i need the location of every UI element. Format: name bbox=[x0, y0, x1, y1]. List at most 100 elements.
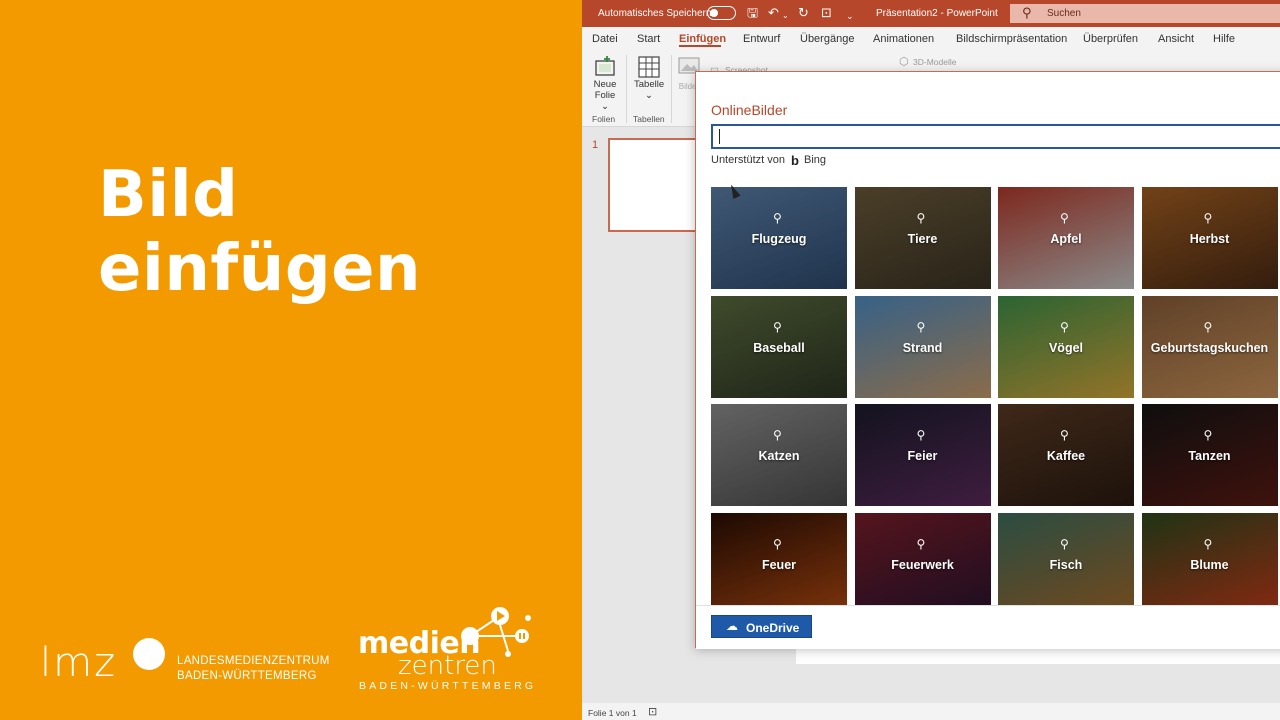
search-icon: ⚲ bbox=[1203, 211, 1213, 225]
tab-design[interactable]: Entwurf bbox=[743, 33, 780, 45]
category-tile[interactable]: ⚲ Vögel bbox=[998, 295, 1134, 398]
search-icon: ⚲ bbox=[916, 319, 926, 334]
search-icon: ⚲ bbox=[1060, 319, 1069, 334]
category-tile[interactable]: ⚲ Geburtstagskuchen bbox=[1141, 295, 1278, 398]
3d-models-icon: ⬡ bbox=[899, 56, 909, 68]
onedrive-button[interactable]: ☁ OneDrive bbox=[711, 615, 812, 638]
image-category-grid: ⚲ Flugzeug ⚲ Tiere ⚲ Apfel ⚲ Herbst ⚲ Baseball ⚲ St… bbox=[711, 187, 1280, 606]
search-icon: ⚲ bbox=[1203, 537, 1213, 552]
new-slide-label-line1: Neue bbox=[593, 79, 617, 90]
lmz-logo-text: lmz bbox=[40, 640, 118, 686]
search-icon: ⚲ bbox=[1203, 428, 1213, 443]
dialog-title: OnlineBilder bbox=[711, 102, 788, 118]
category-label: Fisch bbox=[1049, 558, 1083, 573]
dialog-footer: ☁ OneDrive bbox=[696, 605, 1280, 649]
powered-by-label: Unterstützt von bbox=[711, 154, 785, 166]
category-tile[interactable]: ⚲ Katzen bbox=[711, 404, 847, 507]
lmz-subtitle-line2: BADEN-WÜRTTEMBERG bbox=[177, 670, 317, 682]
category-label: Flugzeug bbox=[751, 232, 807, 246]
tab-file[interactable]: Datei bbox=[592, 33, 618, 45]
category-tile[interactable]: ⚲ Tiere bbox=[854, 187, 991, 289]
tab-slideshow[interactable]: Bildschirmpräsentation bbox=[956, 33, 1067, 45]
category-tile[interactable]: ⚲ Feier bbox=[854, 404, 991, 507]
category-label: Katzen bbox=[758, 449, 800, 464]
group-label-tables: Tabellen bbox=[633, 114, 665, 124]
category-label: Feuer bbox=[761, 558, 797, 573]
category-label: Feier bbox=[907, 449, 938, 464]
lmz-logo-dot bbox=[133, 638, 165, 670]
slide-counter: Folie 1 von 1 bbox=[588, 708, 637, 718]
text-caret bbox=[719, 129, 720, 144]
autosave-label: Automatisches Speichern bbox=[598, 8, 712, 19]
table-label: Tabelle bbox=[634, 79, 665, 90]
category-tile[interactable]: ⚲ Apfel bbox=[998, 187, 1134, 289]
category-label: Feuerwerk bbox=[891, 558, 954, 573]
bing-icon: b bbox=[791, 153, 799, 168]
tab-animations[interactable]: Animationen bbox=[873, 33, 934, 45]
category-tile[interactable]: ⚲ Feuer bbox=[711, 513, 847, 606]
tab-review[interactable]: Überprüfen bbox=[1083, 33, 1138, 45]
menu-bar: Datei Start Einfügen Entwurf Übergänge A… bbox=[582, 27, 1280, 51]
tab-transitions[interactable]: Übergänge bbox=[800, 33, 854, 45]
search-placeholder: Suchen bbox=[1047, 8, 1081, 19]
document-title: Präsentation2 - PowerPoint bbox=[876, 8, 998, 19]
category-tile[interactable]: ⚲ Baseball bbox=[711, 295, 847, 398]
group-label-slides: Folien bbox=[592, 114, 616, 124]
new-slide-icon bbox=[595, 56, 615, 76]
table-dropdown-icon: ⌄ bbox=[645, 90, 653, 101]
online-pictures-dialog: OnlineBilder Unterstützt von b Bing ⚲ Flu… bbox=[695, 71, 1280, 649]
lesson-title: Bild einfügen bbox=[98, 158, 422, 306]
search-icon: ⚲ bbox=[773, 537, 782, 552]
table-button[interactable]: Tabelle ⌄ bbox=[634, 55, 664, 101]
lesson-panel: Bild einfügen lmz LANDESMEDIENZENTRUM BA… bbox=[0, 0, 582, 720]
present-icon[interactable]: ⊡ bbox=[821, 5, 832, 21]
tab-insert[interactable]: Einfügen bbox=[679, 33, 726, 45]
category-label: Tanzen bbox=[1188, 449, 1231, 464]
medienzentren-logo-line2: zentren bbox=[398, 651, 497, 681]
powerpoint-window: Automatisches Speichern 🖫 ↶ ⌄ ↻ ⊡ ⌄ Präs… bbox=[582, 0, 1280, 720]
search-icon: ⚲ bbox=[916, 537, 926, 552]
active-tab-indicator bbox=[679, 45, 721, 47]
category-label: Blume bbox=[1190, 558, 1229, 573]
search-icon: ⚲ bbox=[773, 211, 782, 225]
tab-view[interactable]: Ansicht bbox=[1158, 33, 1194, 45]
category-tile[interactable]: ⚲ Flugzeug bbox=[711, 187, 847, 289]
undo-dropdown-icon[interactable]: ⌄ bbox=[782, 8, 789, 24]
search-icon: ⚲ bbox=[1203, 319, 1213, 334]
ribbon-separator bbox=[671, 55, 672, 123]
onedrive-label: OneDrive bbox=[746, 621, 800, 635]
category-tile[interactable]: ⚲ Kaffee bbox=[998, 404, 1134, 507]
search-box[interactable]: ⚲ Suchen bbox=[1010, 4, 1280, 23]
cloud-icon: ☁ bbox=[726, 619, 738, 633]
new-slide-button[interactable]: Neue Folie ⌄ bbox=[590, 55, 620, 112]
category-tile[interactable]: ⚲ Tanzen bbox=[1141, 404, 1278, 507]
slide-number: 1 bbox=[592, 139, 599, 151]
3d-models-label: 3D-Modelle bbox=[913, 57, 957, 67]
lmz-subtitle: LANDESMEDIENZENTRUM BADEN-WÜRTTEMBERG bbox=[177, 654, 330, 684]
customize-toolbar-icon[interactable]: ⌄ bbox=[846, 8, 854, 24]
category-tile[interactable]: ⚲ Herbst bbox=[1141, 187, 1278, 289]
tab-help[interactable]: Hilfe bbox=[1213, 33, 1235, 45]
bing-label: Bing bbox=[804, 154, 827, 166]
undo-icon[interactable]: ↶ bbox=[768, 5, 779, 21]
search-icon: ⚲ bbox=[916, 428, 926, 443]
search-icon: ⚲ bbox=[916, 211, 926, 225]
category-tile[interactable]: ⚲ Feuerwerk bbox=[854, 513, 991, 606]
category-tile[interactable]: ⚲ Blume bbox=[1141, 513, 1278, 606]
tab-start[interactable]: Start bbox=[637, 33, 660, 45]
category-tile[interactable]: ⚲ Strand bbox=[854, 295, 991, 398]
autosave-toggle[interactable] bbox=[707, 6, 736, 20]
image-search-input[interactable] bbox=[711, 124, 1280, 149]
search-icon: ⚲ bbox=[1060, 211, 1069, 225]
new-slide-label-line2: Folie ⌄ bbox=[594, 90, 616, 112]
category-label: Kaffee bbox=[1046, 449, 1086, 464]
ribbon-separator bbox=[626, 55, 627, 123]
search-icon: ⚲ bbox=[773, 428, 782, 443]
slide-thumbnail[interactable] bbox=[608, 138, 698, 232]
status-bar: Folie 1 von 1 ⊡ bbox=[582, 703, 1280, 720]
redo-icon[interactable]: ↻ bbox=[798, 5, 809, 21]
search-icon: ⚲ bbox=[1060, 537, 1069, 552]
save-icon[interactable]: 🖫 bbox=[747, 5, 758, 21]
accessibility-icon[interactable]: ⊡ bbox=[648, 705, 657, 718]
category-tile[interactable]: ⚲ Fisch bbox=[998, 513, 1134, 606]
